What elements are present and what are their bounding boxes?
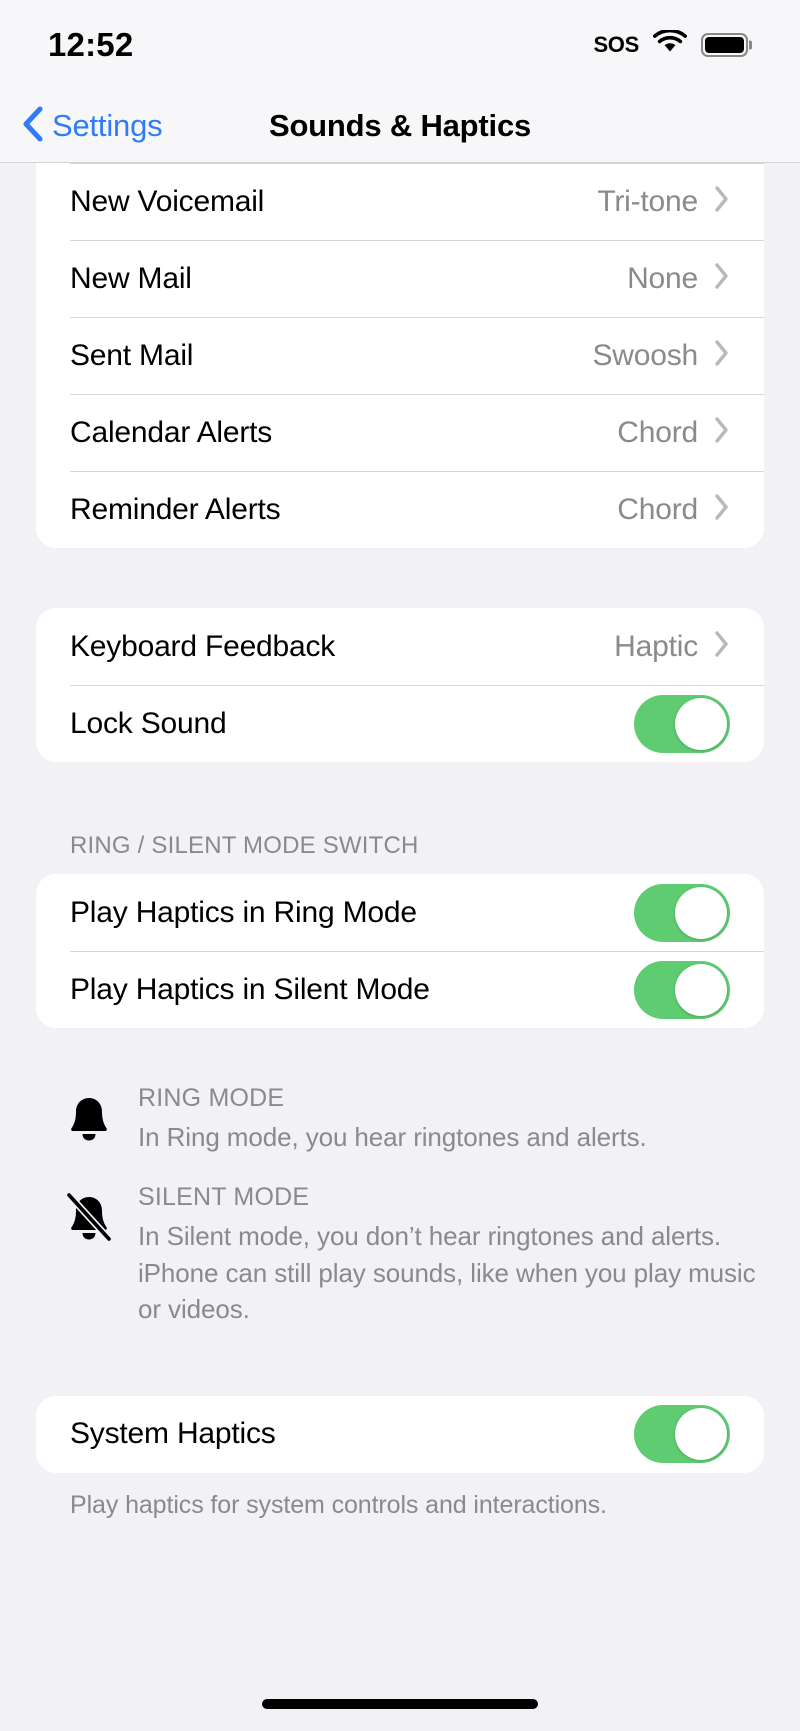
home-indicator[interactable] bbox=[262, 1699, 538, 1709]
row-accessory: Tri-tone bbox=[597, 185, 730, 219]
row-label: System Haptics bbox=[70, 1417, 276, 1451]
row-accessory: Haptic bbox=[614, 630, 730, 664]
keyboard-lock-group: Keyboard Feedback Haptic Lock Sound bbox=[36, 608, 764, 762]
bell-slash-icon bbox=[66, 1183, 112, 1242]
row-accessory: Chord bbox=[617, 416, 730, 450]
sos-indicator: SOS bbox=[593, 32, 639, 57]
explainer-text: SILENT MODE In Silent mode, you don’t he… bbox=[138, 1183, 760, 1327]
ring-silent-group: Play Haptics in Ring Mode Play Haptics i… bbox=[36, 874, 764, 1028]
row-label: Keyboard Feedback bbox=[70, 629, 336, 663]
row-calendar-alerts[interactable]: Calendar Alerts Chord bbox=[36, 394, 764, 471]
row-sent-mail[interactable]: Sent Mail Swoosh bbox=[36, 317, 764, 394]
explainer-title: SILENT MODE bbox=[138, 1183, 310, 1212]
row-play-haptics-silent-mode: Play Haptics in Silent Mode bbox=[36, 951, 764, 1028]
row-label: Reminder Alerts bbox=[70, 492, 281, 526]
row-system-haptics: System Haptics bbox=[36, 1396, 764, 1473]
explainer-description: In Silent mode, you don’t hear ringtones… bbox=[138, 1221, 756, 1325]
row-value: Chord bbox=[617, 415, 698, 449]
row-value: Tri-tone bbox=[597, 184, 698, 218]
status-time: 12:52 bbox=[48, 26, 134, 63]
row-value: None bbox=[627, 261, 698, 295]
navigation-bar: Settings Sounds & Haptics bbox=[0, 90, 800, 163]
row-label: Play Haptics in Ring Mode bbox=[70, 895, 417, 929]
row-accessory: Chord bbox=[617, 493, 730, 527]
chevron-right-icon bbox=[714, 339, 730, 372]
settings-scroll-content[interactable]: New Voicemail Tri-tone New Mail None Sen… bbox=[0, 163, 800, 1522]
row-label: Calendar Alerts bbox=[70, 415, 273, 449]
ring-silent-section-header: RING / SILENT MODE SWITCH bbox=[70, 832, 419, 859]
alert-sounds-group: New Voicemail Tri-tone New Mail None Sen… bbox=[36, 163, 764, 548]
chevron-right-icon bbox=[714, 630, 730, 663]
row-label: Play Haptics in Silent Mode bbox=[70, 972, 430, 1006]
play-haptics-ring-mode-toggle[interactable] bbox=[634, 883, 730, 942]
explainer-text: RING MODE In Ring mode, you hear rington… bbox=[138, 1084, 760, 1155]
play-haptics-silent-mode-toggle[interactable] bbox=[634, 960, 730, 1019]
battery-full-icon bbox=[701, 33, 752, 57]
explainer-description: In Ring mode, you hear ringtones and ale… bbox=[138, 1122, 647, 1152]
row-keyboard-feedback[interactable]: Keyboard Feedback Haptic bbox=[36, 608, 764, 685]
explainer-ring-mode: RING MODE In Ring mode, you hear rington… bbox=[66, 1084, 760, 1155]
explainer-title: RING MODE bbox=[138, 1084, 285, 1112]
row-label: New Mail bbox=[70, 261, 192, 295]
row-lock-sound: Lock Sound bbox=[36, 685, 764, 762]
wifi-icon bbox=[653, 28, 687, 60]
row-label: New Voicemail bbox=[70, 184, 265, 218]
chevron-right-icon bbox=[714, 493, 730, 526]
iphone-settings-screen: 12:52 SOS Settings Sounds & Haptics New … bbox=[0, 0, 800, 1731]
explainer-silent-mode: SILENT MODE In Silent mode, you don’t he… bbox=[66, 1183, 760, 1327]
row-new-voicemail[interactable]: New Voicemail Tri-tone bbox=[36, 163, 764, 240]
row-label: Lock Sound bbox=[70, 706, 227, 740]
row-play-haptics-ring-mode: Play Haptics in Ring Mode bbox=[36, 874, 764, 951]
system-haptics-footer: Play haptics for system controls and int… bbox=[70, 1490, 607, 1519]
row-accessory: Swoosh bbox=[592, 339, 730, 373]
chevron-right-icon bbox=[714, 416, 730, 449]
system-haptics-toggle[interactable] bbox=[634, 1405, 730, 1464]
chevron-right-icon bbox=[714, 262, 730, 295]
row-value: Haptic bbox=[614, 629, 698, 663]
chevron-left-icon bbox=[22, 106, 44, 147]
mode-explainer-block: RING MODE In Ring mode, you hear rington… bbox=[0, 1084, 800, 1328]
row-new-mail[interactable]: New Mail None bbox=[36, 240, 764, 317]
back-button-label: Settings bbox=[52, 108, 163, 143]
row-accessory: None bbox=[627, 262, 730, 296]
row-label: Sent Mail bbox=[70, 338, 194, 372]
row-reminder-alerts[interactable]: Reminder Alerts Chord bbox=[36, 471, 764, 548]
row-value: Swoosh bbox=[592, 338, 698, 372]
row-value: Chord bbox=[617, 492, 698, 526]
bell-icon bbox=[66, 1084, 112, 1142]
chevron-right-icon bbox=[714, 185, 730, 218]
back-button[interactable]: Settings bbox=[0, 106, 163, 147]
lock-sound-toggle[interactable] bbox=[634, 694, 730, 753]
system-haptics-group: System Haptics bbox=[36, 1395, 764, 1473]
status-bar: 12:52 SOS bbox=[0, 0, 800, 90]
status-indicators: SOS bbox=[593, 28, 752, 60]
